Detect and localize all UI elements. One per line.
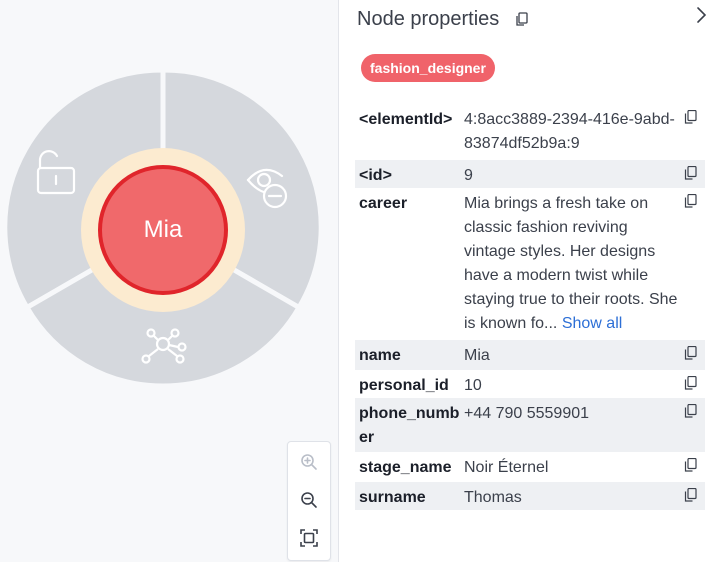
fit-to-screen-button[interactable] [288,520,330,556]
property-value: Thomas [464,489,522,506]
property-key: personal_id [359,377,449,394]
property-value: +44 790 5559901 [464,405,590,422]
property-key: stage_name [359,459,452,476]
property-row-personal-id: personal_id 10 [355,370,705,398]
property-key: <id> [359,167,392,184]
property-key: surname [359,489,426,506]
property-key: name [359,347,401,364]
property-value: 9 [464,167,473,184]
zoom-out-button[interactable] [288,482,330,518]
property-value: 4:8acc3889-2394-416e-9abd-83874df52b9a:9 [464,111,675,152]
copy-icon[interactable] [684,376,698,390]
property-row-phone-number: phone_number +44 790 5559901 [355,398,705,452]
property-value: 10 [464,377,482,394]
property-row-id: <id> 9 [355,160,705,188]
zoom-controls [287,441,331,561]
property-row-name: name Mia [355,340,705,370]
panel-title: Node properties [357,8,500,30]
copy-icon[interactable] [684,404,698,418]
property-value: Mia [464,347,490,364]
node-properties-panel: Node properties fashion_designer <elemen… [338,0,713,562]
property-key: phone_number [359,405,460,446]
zoom-in-icon [301,454,317,470]
zoom-out-icon [301,492,317,508]
show-all-link[interactable]: Show all [562,315,622,332]
node-label-pill[interactable]: fashion_designer [361,54,495,82]
copy-icon[interactable] [684,488,698,502]
property-row-elementid: <elementId> 4:8acc3889-2394-416e-9abd-83… [355,104,705,160]
copy-icon[interactable] [684,194,698,208]
property-value: Mia brings a fresh take on classic fashi… [464,192,679,336]
copy-icon[interactable] [684,110,698,124]
fit-to-screen-icon [300,529,318,547]
property-row-stage-name: stage_name Noir Éternel [355,452,705,482]
graph-canvas[interactable]: Mia [0,0,338,562]
property-key: career [359,195,408,212]
zoom-in-button[interactable] [288,444,330,480]
property-key: <elementId> [359,111,453,128]
chevron-right-icon[interactable] [693,4,711,26]
copy-icon[interactable] [515,12,528,26]
career-text: Mia brings a fresh take on classic fashi… [464,195,678,332]
copy-icon[interactable] [684,166,698,180]
copy-icon[interactable] [684,458,698,472]
property-row-career: career Mia brings a fresh take on classi… [355,188,705,340]
property-value: Noir Éternel [464,459,549,476]
node-circle[interactable] [98,165,228,295]
property-row-surname: surname Thomas [355,482,705,510]
copy-icon[interactable] [684,346,698,360]
